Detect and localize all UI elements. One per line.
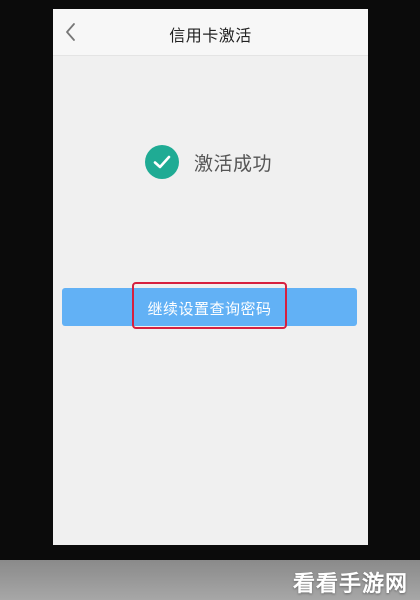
check-circle-icon (145, 145, 179, 179)
watermark-band: 看看手游网 (0, 560, 420, 600)
highlight-box (132, 282, 287, 329)
activation-status: 激活成功 (145, 144, 272, 180)
screenshot-frame: 信用卡激活 激活成功 继续设置查询密码 看看手游网 (0, 0, 420, 600)
navigation-bar: 信用卡激活 (53, 9, 368, 56)
status-message: 激活成功 (194, 152, 273, 175)
watermark-logo: 看看手游网 (292, 572, 408, 597)
app-screen: 信用卡激活 激活成功 继续设置查询密码 (53, 9, 368, 545)
checkmark-icon (153, 155, 171, 169)
page-title: 信用卡激活 (169, 26, 252, 45)
